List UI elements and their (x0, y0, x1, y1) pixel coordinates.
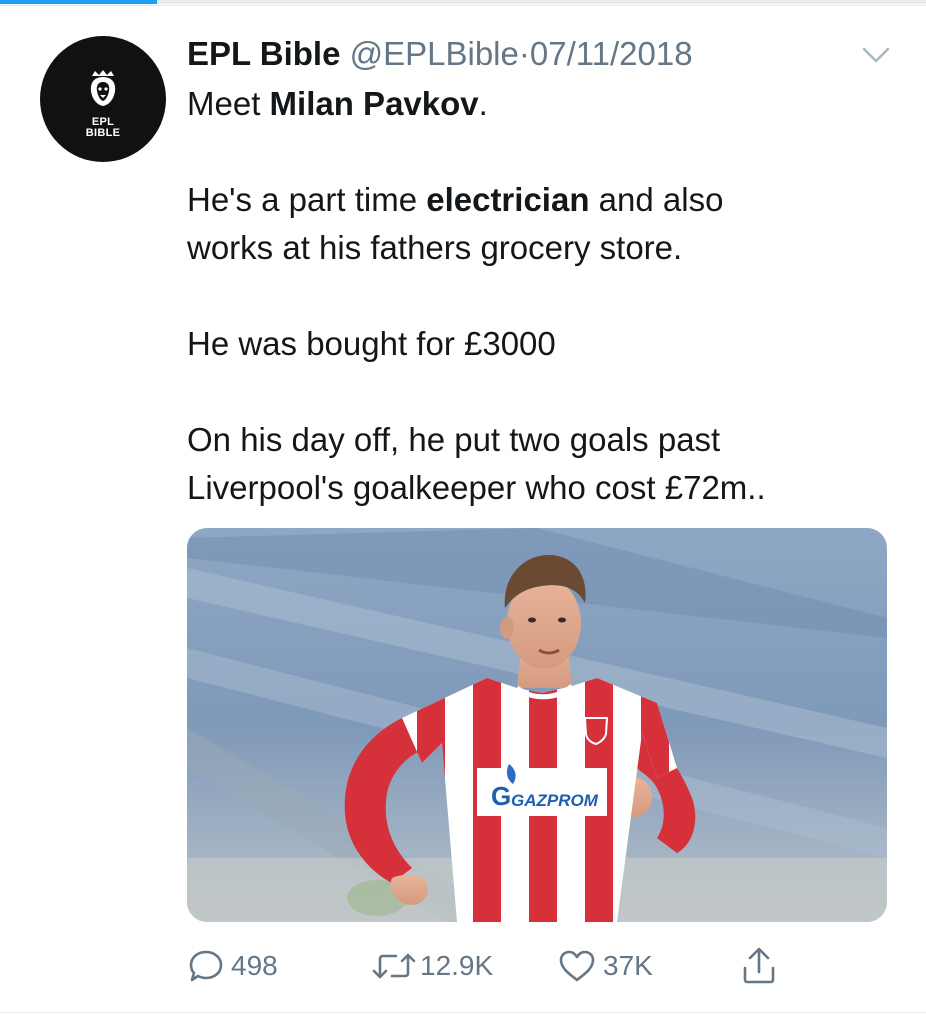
tweet-header: EPL Bible @EPLBible·07/11/2018 (187, 33, 693, 75)
share-icon (743, 947, 775, 984)
line2-prefix: He's a part time (187, 181, 427, 218)
line2-bold: electrician (426, 181, 590, 218)
line1-prefix: Meet (187, 85, 270, 122)
chevron-down-icon[interactable] (859, 40, 893, 70)
tweet-actions: 498 12.9K 37K (187, 944, 887, 988)
like-count: 37K (603, 950, 653, 981)
tweet-date[interactable]: 07/11/2018 (530, 35, 693, 72)
author-handle[interactable]: @EPLBible (350, 35, 519, 72)
avatar[interactable]: EPL BIBLE (40, 36, 166, 162)
sponsor-letter: G (491, 781, 511, 811)
tweet-media-photo[interactable]: G GAZPROM (187, 528, 887, 922)
retweet-count: 12.9K (420, 950, 494, 981)
player-name: Milan Pavkov (269, 85, 479, 122)
heart-icon (559, 950, 595, 982)
reply-button[interactable]: 498 (187, 944, 278, 988)
bottom-divider (0, 1012, 926, 1013)
top-progress-fill (0, 0, 158, 4)
top-progress-bar (0, 0, 926, 4)
tweet-line-6: Liverpool's goalkeeper who cost £72m.. (187, 469, 766, 506)
avatar-brand-text: EPL BIBLE (40, 117, 166, 139)
author-name[interactable]: EPL Bible (187, 35, 340, 72)
reply-icon (189, 950, 223, 982)
line1-suffix: . (478, 85, 488, 122)
top-divider (0, 5, 926, 6)
retweet-button[interactable]: 12.9K (370, 944, 493, 988)
like-button[interactable]: 37K (557, 944, 653, 988)
tweet-line-1: Meet Milan Pavkov. (187, 80, 887, 128)
avatar-text-bottom: BIBLE (85, 127, 121, 139)
lion-logo-icon (90, 70, 116, 106)
header-separator: · (518, 35, 530, 72)
sponsor-text: GAZPROM (511, 791, 599, 810)
tweet-line-3: works at his fathers grocery store. (187, 229, 683, 266)
line2-suffix: and also (589, 181, 724, 218)
tweet-line-5: On his day off, he put two goals past (187, 421, 721, 458)
tweet-line-4: He was bought for £3000 (187, 325, 556, 362)
tweet-line-2: He's a part time electrician and also (187, 176, 887, 224)
share-button[interactable] (739, 944, 779, 988)
retweet-icon (372, 953, 416, 979)
reply-count: 498 (231, 950, 278, 981)
tweet-text: Meet Milan Pavkov. He's a part time elec… (187, 80, 887, 512)
